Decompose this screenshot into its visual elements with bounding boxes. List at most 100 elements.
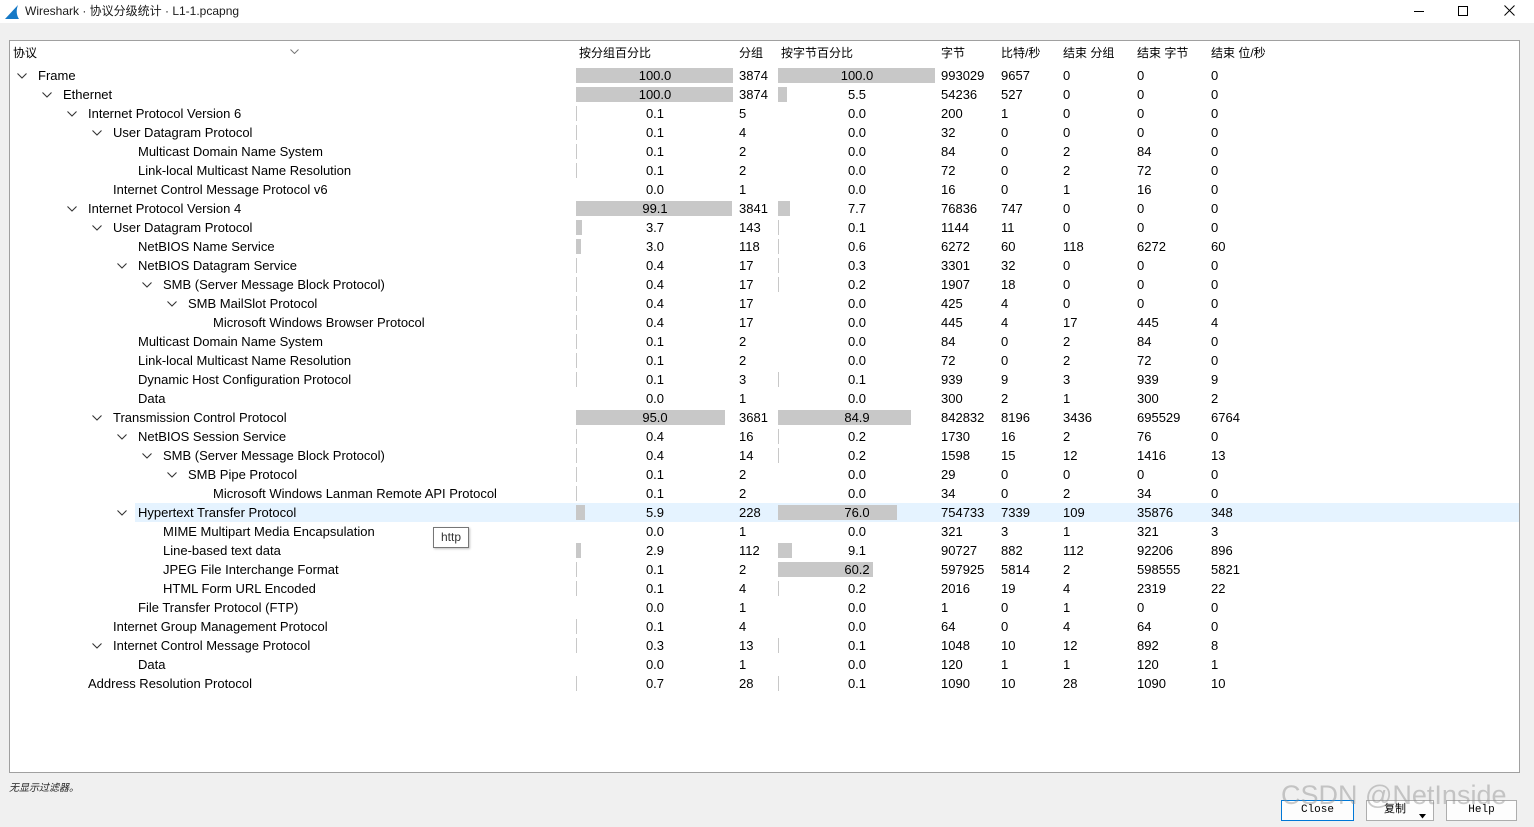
end-bytes-value: 84 (1137, 332, 1151, 351)
maximize-button[interactable] (1440, 0, 1486, 23)
protocol-name: NetBIOS Name Service (138, 237, 275, 256)
protocol-row[interactable]: Dynamic Host Configuration Protocol0.130… (10, 370, 1519, 389)
chevron-down-icon[interactable] (117, 510, 127, 516)
protocol-row[interactable]: Internet Protocol Version 499.138417.776… (10, 199, 1519, 218)
protocol-row[interactable]: Microsoft Windows Lanman Remote API Prot… (10, 484, 1519, 503)
packets-value: 3874 (739, 85, 768, 104)
protocol-row[interactable]: SMB Pipe Protocol0.120.0290000 (10, 465, 1519, 484)
packets-value: 13 (739, 636, 753, 655)
protocol-row[interactable]: Data0.010.0300213002 (10, 389, 1519, 408)
bits-per-second-value: 0 (1001, 598, 1008, 617)
percent-packets-value: 0.1 (646, 353, 664, 368)
end-bits-per-second-value: 0 (1211, 66, 1218, 85)
protocol-row[interactable]: JPEG File Interchange Format0.1260.25979… (10, 560, 1519, 579)
end-packets-value: 12 (1063, 636, 1077, 655)
chevron-down-icon[interactable] (92, 225, 102, 231)
protocol-row[interactable]: Microsoft Windows Browser Protocol0.4170… (10, 313, 1519, 332)
chevron-down-icon[interactable] (117, 263, 127, 269)
protocol-row[interactable]: Multicast Domain Name System0.120.084028… (10, 332, 1519, 351)
chevron-down-icon[interactable] (142, 282, 152, 288)
column-header-bytes[interactable]: 字节 (937, 41, 965, 65)
protocol-row[interactable]: SMB MailSlot Protocol0.4170.04254000 (10, 294, 1519, 313)
percent-packets-value: 2.9 (646, 543, 664, 558)
protocol-row[interactable]: HTML Form URL Encoded0.140.2201619423192… (10, 579, 1519, 598)
protocol-row[interactable]: File Transfer Protocol (FTP)0.010.010100 (10, 598, 1519, 617)
protocol-row[interactable]: MIME Multipart Media Encapsulation0.010.… (10, 522, 1519, 541)
protocol-row[interactable]: Address Resolution Protocol0.7280.110901… (10, 674, 1519, 693)
percent-packets-cell: 3.0 (575, 237, 735, 256)
packets-value: 112 (739, 541, 760, 560)
protocol-row[interactable]: User Datagram Protocol0.140.0320000 (10, 123, 1519, 142)
protocol-row[interactable]: Internet Control Message Protocol0.3130.… (10, 636, 1519, 655)
column-header-bits-per-second[interactable]: 比特/秒 (997, 41, 1040, 65)
protocol-row[interactable]: NetBIOS Session Service0.4160.2173016276… (10, 427, 1519, 446)
chevron-down-icon[interactable] (167, 472, 177, 478)
bytes-value: 1144 (941, 218, 969, 237)
percent-packets-bar (576, 258, 577, 273)
chevron-down-icon[interactable] (167, 301, 177, 307)
protocol-row[interactable]: SMB (Server Message Block Protocol)0.414… (10, 446, 1519, 465)
column-header-end-packets[interactable]: 结束 分组 (1059, 41, 1114, 65)
minimize-button[interactable] (1396, 0, 1442, 23)
protocol-row[interactable]: Internet Group Management Protocol0.140.… (10, 617, 1519, 636)
protocol-row[interactable]: NetBIOS Name Service3.01180.662726011862… (10, 237, 1519, 256)
chevron-down-icon[interactable] (17, 73, 27, 79)
packets-value: 2 (739, 560, 746, 579)
protocol-name: Dynamic Host Configuration Protocol (138, 370, 351, 389)
protocol-row[interactable]: Line-based text data2.91129.190727882112… (10, 541, 1519, 560)
protocol-row[interactable]: Internet Control Message Protocol v60.01… (10, 180, 1519, 199)
protocol-row[interactable]: NetBIOS Datagram Service0.4170.333013200… (10, 256, 1519, 275)
end-bits-per-second-value: 0 (1211, 218, 1218, 237)
close-button[interactable]: Close (1281, 800, 1354, 821)
protocol-row[interactable]: User Datagram Protocol3.71430.1114411000 (10, 218, 1519, 237)
protocol-row[interactable]: Hypertext Transfer Protocol5.922876.0754… (10, 503, 1519, 522)
chevron-down-icon[interactable] (92, 415, 102, 421)
chevron-down-icon[interactable] (67, 111, 77, 117)
chevron-down-icon[interactable] (42, 92, 52, 98)
protocol-name: NetBIOS Datagram Service (138, 256, 297, 275)
packets-value: 5 (739, 104, 746, 123)
protocol-row[interactable]: Data0.010.0120111201 (10, 655, 1519, 674)
percent-packets-cell: 0.0 (575, 389, 735, 408)
bits-per-second-value: 1 (1001, 104, 1008, 123)
protocol-row[interactable]: Internet Protocol Version 60.150.0200100… (10, 104, 1519, 123)
protocol-row[interactable]: Link-local Multicast Name Resolution0.12… (10, 351, 1519, 370)
percent-bytes-value: 0.0 (848, 125, 866, 140)
percent-packets-value: 99.1 (642, 201, 667, 216)
column-header-packets[interactable]: 分组 (735, 41, 763, 65)
protocol-row[interactable]: Transmission Control Protocol95.0368184.… (10, 408, 1519, 427)
dropdown-arrow-icon[interactable] (1419, 808, 1426, 813)
end-packets-value: 0 (1063, 465, 1070, 484)
percent-packets-value: 0.4 (646, 277, 664, 292)
close-window-button[interactable] (1486, 0, 1532, 23)
copy-button[interactable]: 复制 (1366, 800, 1434, 821)
percent-bytes-value: 0.0 (848, 163, 866, 178)
end-packets-value: 3436 (1063, 408, 1092, 427)
protocol-row[interactable]: Frame100.03874100.09930299657000 (10, 66, 1519, 85)
end-bits-per-second-value: 0 (1211, 123, 1218, 142)
percent-packets-cell: 0.1 (575, 484, 735, 503)
chevron-down-icon[interactable] (142, 453, 152, 459)
help-button[interactable]: Help (1446, 800, 1517, 821)
chevron-down-icon[interactable] (67, 206, 77, 212)
column-header-protocol[interactable]: 协议 (10, 41, 37, 65)
protocol-name: Hypertext Transfer Protocol (138, 503, 296, 522)
end-bytes-value: 0 (1137, 123, 1144, 142)
protocol-row[interactable]: SMB (Server Message Block Protocol)0.417… (10, 275, 1519, 294)
column-header-end-bits-per-second[interactable]: 结束 位/秒 (1207, 41, 1266, 65)
chevron-down-icon[interactable] (92, 130, 102, 136)
end-bytes-value: 0 (1137, 465, 1144, 484)
column-header-percent-bytes[interactable]: 按字节百分比 (777, 41, 853, 65)
column-header-percent-packets[interactable]: 按分组百分比 (575, 41, 651, 65)
protocol-row[interactable]: Multicast Domain Name System0.120.084028… (10, 142, 1519, 161)
bytes-value: 1730 (941, 427, 970, 446)
protocol-row[interactable]: Link-local Multicast Name Resolution0.12… (10, 161, 1519, 180)
end-bits-per-second-value: 1 (1211, 655, 1218, 674)
protocol-row[interactable]: Ethernet100.038745.554236527000 (10, 85, 1519, 104)
chevron-down-icon[interactable] (117, 434, 127, 440)
column-header-end-bytes[interactable]: 结束 字节 (1133, 41, 1188, 65)
percent-packets-value: 0.4 (646, 429, 664, 444)
percent-bytes-cell: 0.0 (777, 180, 937, 199)
chevron-down-icon[interactable] (92, 643, 102, 649)
protocol-hierarchy-tree[interactable]: 协议 按分组百分比 分组 按字节百分比 字节 比特/秒 结束 分组 结束 字节 … (9, 40, 1520, 773)
